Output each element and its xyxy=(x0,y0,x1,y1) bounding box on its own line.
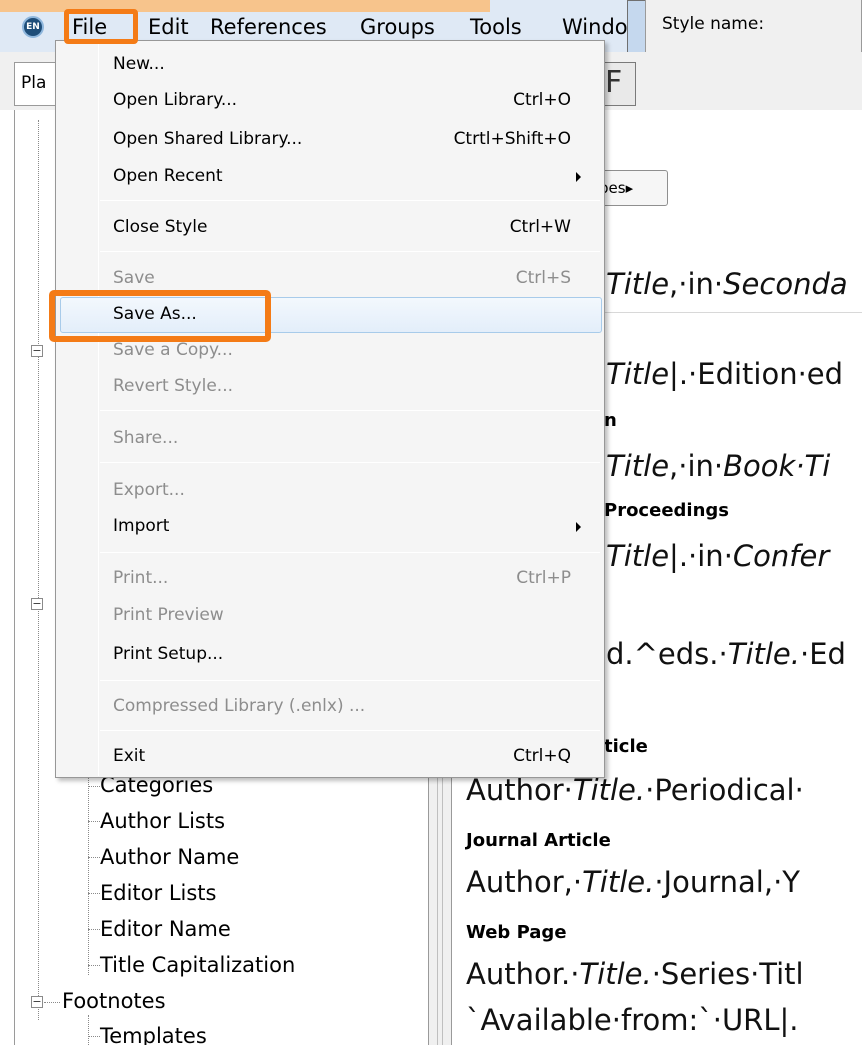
callout-save-as-highlight xyxy=(49,290,271,342)
menu-separator xyxy=(100,552,600,553)
tree-item-footnotes[interactable]: Footnotes xyxy=(62,988,166,1014)
menu-separator xyxy=(100,730,600,731)
style-name-label: Style name: xyxy=(662,14,765,34)
menu-item-revert-style: Revert Style... xyxy=(113,376,233,396)
divider xyxy=(595,312,862,313)
preview-line: Title,·in·Seconda xyxy=(606,267,848,301)
preview-line: d.^eds.·Title.·Ed xyxy=(606,637,846,671)
menu-groups[interactable]: Groups xyxy=(360,15,435,39)
tree-connector xyxy=(88,1036,100,1037)
reference-type-heading: Web Page xyxy=(466,922,567,943)
menu-edit[interactable]: Edit xyxy=(148,15,189,39)
tree-item-editor-name[interactable]: Editor Name xyxy=(100,916,231,942)
menu-item-open-recent[interactable]: Open Recent xyxy=(57,158,603,198)
tree-item-title-capitalization[interactable]: Title Capitalization xyxy=(100,952,295,978)
collapse-icon[interactable]: − xyxy=(31,598,43,610)
menu-references[interactable]: References xyxy=(210,15,327,39)
tree-connector xyxy=(88,893,100,894)
submenu-arrow-icon xyxy=(576,522,581,532)
tree-connector xyxy=(88,929,100,930)
menu-tools[interactable]: Tools xyxy=(470,15,522,39)
menu-separator xyxy=(100,200,600,201)
endnote-app-icon[interactable]: EN xyxy=(22,16,44,38)
tree-connector xyxy=(88,965,100,966)
tree-guide xyxy=(88,1015,89,1045)
preview-line: Title,·in·Book·Ti xyxy=(606,449,831,483)
menu-item-export: Export... xyxy=(113,480,185,500)
menu-window[interactable]: Windo xyxy=(562,15,628,39)
tree-connector xyxy=(44,1002,60,1003)
reference-type-heading: Proceedings xyxy=(604,500,729,521)
tree-item-templates[interactable]: Templates xyxy=(100,1023,207,1045)
submenu-arrow-icon xyxy=(576,172,581,182)
collapse-icon[interactable]: − xyxy=(31,345,43,357)
tree-item-editor-lists[interactable]: Editor Lists xyxy=(100,880,216,906)
menu-item-open-shared-library[interactable]: Open Shared Library... Ctrtl+Shift+O xyxy=(57,121,603,161)
tree-guide xyxy=(38,120,39,1020)
reference-type-heading: Journal Article xyxy=(466,830,611,851)
preview-line: Author.·Title.·Series·Titl xyxy=(466,957,804,991)
menu-item-print-setup[interactable]: Print Setup... xyxy=(57,636,603,676)
preview-line: Author,·Title.·Journal,·Y xyxy=(466,865,801,899)
menu-item-print-preview: Print Preview xyxy=(113,605,224,625)
tree-connector xyxy=(88,821,100,822)
tree-connector xyxy=(88,857,100,858)
menu-separator xyxy=(100,680,600,681)
menu-separator xyxy=(100,410,600,411)
menu-item-import[interactable]: Import xyxy=(57,508,603,548)
menu-item-share: Share... xyxy=(113,428,179,448)
tree-connector xyxy=(88,786,100,787)
reference-type-heading: n xyxy=(604,410,617,431)
menu-item-close-style[interactable]: Close Style Ctrl+W xyxy=(57,209,603,249)
collapse-icon[interactable]: − xyxy=(31,996,43,1008)
callout-file-highlight xyxy=(64,9,138,44)
preview-line: Title|.·in·Confer xyxy=(606,539,830,573)
menu-separator xyxy=(100,251,600,252)
preview-line: `Available·from:`·URL|. xyxy=(466,1003,799,1037)
menu-item-new[interactable]: New... xyxy=(57,46,603,86)
menu-item-open-library[interactable]: Open Library... Ctrl+O xyxy=(57,82,603,122)
menu-item-print: Print... Ctrl+P xyxy=(113,568,571,588)
reference-type-heading: ticle xyxy=(604,736,648,757)
menu-item-exit[interactable]: Exit Ctrl+Q xyxy=(57,738,603,778)
preview-line: Title|.·Edition·ed xyxy=(606,357,844,391)
tree-item-author-name[interactable]: Author Name xyxy=(100,844,239,870)
menu-separator xyxy=(100,462,600,463)
menu-item-compressed-library: Compressed Library (.enlx) ... xyxy=(113,696,366,716)
tree-guide xyxy=(88,760,89,975)
tree-item-author-lists[interactable]: Author Lists xyxy=(100,808,225,834)
